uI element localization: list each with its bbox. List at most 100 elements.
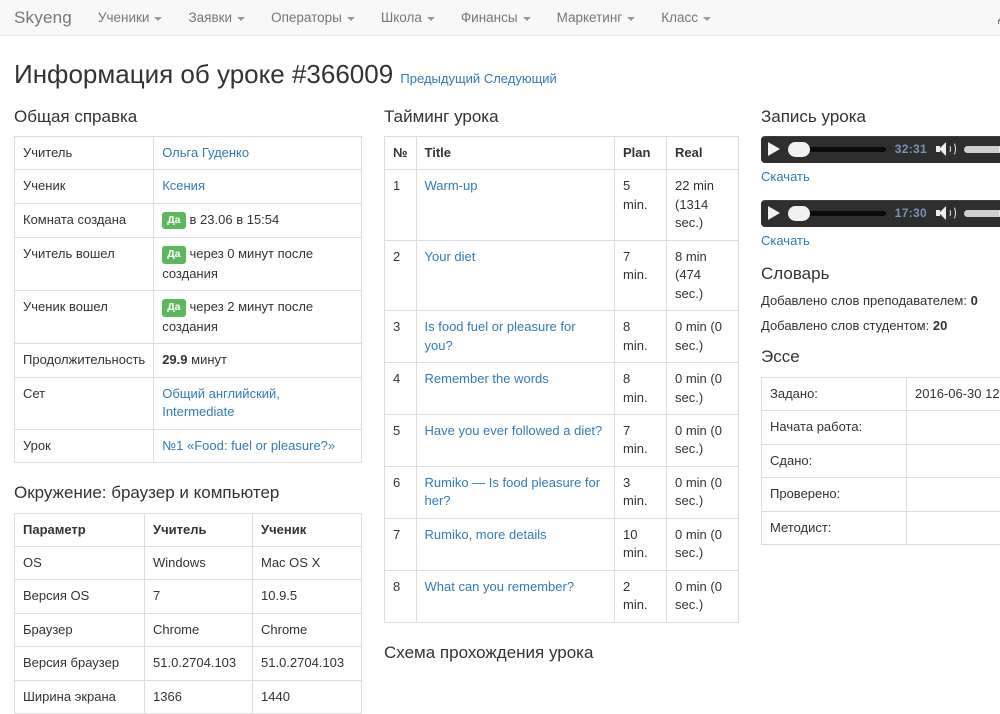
row-value: №1 «Food: fuel or pleasure?»: [154, 429, 362, 462]
brand-logo[interactable]: Skyeng: [14, 8, 72, 28]
row-label: Начата работа:: [762, 411, 907, 444]
cell-plan: 2 min.: [615, 570, 667, 622]
row-label: Ученик вошел: [15, 291, 154, 344]
table-row: Учитель Ольга Гуденко: [15, 136, 362, 169]
cell-real: 0 min (0 sec.): [667, 414, 739, 466]
audio-player-2[interactable]: 17:30: [761, 200, 1000, 227]
row-value: 29.9 минут: [154, 344, 362, 377]
nav-item-label: Маркетинг: [557, 10, 623, 25]
cell-real: 0 min (0 sec.): [667, 466, 739, 518]
row-value: Дав 23.06 в 15:54: [154, 203, 362, 238]
page-content: Информация об уроке #366009 Предыдущий С…: [0, 60, 1000, 714]
cell: 10.9.5: [253, 580, 362, 613]
nav-item-ucheniki[interactable]: Ученики: [98, 10, 163, 25]
timing-title-link[interactable]: Warm-up: [425, 178, 478, 193]
student-link[interactable]: Ксения: [162, 178, 205, 193]
timing-title-link[interactable]: Is food fuel or pleasure for you?: [425, 319, 576, 352]
nav-item-klass[interactable]: Класс: [661, 10, 711, 25]
set-link[interactable]: Общий английский, Intermediate: [162, 386, 280, 419]
top-navbar: Skyeng Ученики Заявки Операторы Школа Фи…: [0, 0, 1000, 36]
cell: 1366: [145, 680, 253, 713]
cell-number: 2: [385, 240, 417, 310]
download-link-1[interactable]: Скачать: [761, 169, 1000, 184]
table-row: Методист:: [762, 511, 1000, 544]
cell: Mac OS X: [253, 546, 362, 579]
nav-item-finansy[interactable]: Финансы: [461, 10, 531, 25]
cell-title: Remember the words: [416, 363, 615, 415]
table-row: Задано: 2016-06-30 12:53:40: [762, 377, 1000, 410]
row-value: [907, 478, 1000, 511]
teacher-words-line: Добавлено слов преподавателем: 0: [761, 293, 1000, 308]
nav-item-label: Класс: [661, 10, 698, 25]
play-icon[interactable]: [768, 142, 780, 156]
volume-icon[interactable]: [936, 141, 956, 157]
lesson-link[interactable]: №1 «Food: fuel or pleasure?»: [162, 438, 335, 453]
chevron-down-icon: [703, 17, 711, 21]
teacher-link[interactable]: Ольга Гуденко: [162, 145, 249, 160]
duration-unit: минут: [191, 352, 227, 367]
cell-title: Have you ever followed a diet?: [416, 414, 615, 466]
row-label: Проверено:: [762, 478, 907, 511]
lesson-scheme-heading: Схема прохождения урока: [384, 643, 739, 663]
row-value: Общий английский, Intermediate: [154, 377, 362, 429]
table-header-row: № Title Plan Real: [385, 136, 739, 169]
cell-title: What can you remember?: [416, 570, 615, 622]
cell-real: 8 min (474 sec.): [667, 240, 739, 310]
seek-slider[interactable]: [788, 211, 886, 216]
cell: Chrome: [253, 613, 362, 646]
cell-title: Rumiko — Is food pleasure for her?: [416, 466, 615, 518]
timing-title-link[interactable]: Rumiko — Is food pleasure for her?: [425, 475, 601, 508]
timing-title-link[interactable]: Have you ever followed a diet?: [425, 423, 603, 438]
volume-slider[interactable]: [964, 146, 1000, 153]
nav-item-zayavki[interactable]: Заявки: [188, 10, 245, 25]
volume-icon[interactable]: [936, 205, 956, 221]
recording-heading: Запись урока: [761, 107, 1000, 127]
download-link-2[interactable]: Скачать: [761, 233, 1000, 248]
row-value: [907, 511, 1000, 544]
cell-number: 5: [385, 414, 417, 466]
nav-item-operatory[interactable]: Операторы: [271, 10, 355, 25]
cell-plan: 3 min.: [615, 466, 667, 518]
table-row: Сет Общий английский, Intermediate: [15, 377, 362, 429]
row-value: Дачерез 0 минут после создания: [154, 238, 362, 291]
timing-title-link[interactable]: Your diet: [425, 249, 476, 264]
audio-player-1[interactable]: 32:31: [761, 136, 1000, 163]
table-row: Ширина экрана 1366 1440: [15, 680, 362, 713]
nav-item-label: Заявки: [188, 10, 232, 25]
cell-plan: 5 min.: [615, 170, 667, 240]
timing-title-link[interactable]: Rumiko, more details: [425, 527, 547, 542]
table-row: Версия браузер 51.0.2704.103 51.0.2704.1…: [15, 647, 362, 680]
nav-item-marketing[interactable]: Маркетинг: [557, 10, 636, 25]
timing-title-link[interactable]: Remember the words: [425, 371, 549, 386]
next-lesson-link[interactable]: Следующий: [484, 71, 557, 86]
chevron-down-icon: [237, 17, 245, 21]
timing-title-link[interactable]: What can you remember?: [425, 579, 575, 594]
table-header-row: Параметр Учитель Ученик: [15, 513, 362, 546]
cell: Chrome: [145, 613, 253, 646]
cell-real: 0 min (0 sec.): [667, 570, 739, 622]
row-value: Ольга Гуденко: [154, 136, 362, 169]
essay-table-wrapper: Задано: 2016-06-30 12:53:40 Начата работ…: [761, 377, 1000, 545]
seek-knob[interactable]: [788, 206, 810, 221]
previous-lesson-link[interactable]: Предыдущий: [400, 71, 480, 86]
nav-item-shkola[interactable]: Школа: [381, 10, 435, 25]
cell: OS: [15, 546, 145, 579]
table-row: Проверено:: [762, 478, 1000, 511]
timing-heading: Тайминг урока: [384, 107, 739, 127]
table-row: Ученик вошел Дачерез 2 минут после созда…: [15, 291, 362, 344]
middle-column: Тайминг урока № Title Plan Real 1 Warm-u…: [384, 107, 739, 672]
play-icon[interactable]: [768, 206, 780, 220]
table-row: 2 Your diet 7 min. 8 min (474 sec.): [385, 240, 739, 310]
table-row: 5 Have you ever followed a diet? 7 min. …: [385, 414, 739, 466]
seek-knob[interactable]: [788, 142, 810, 157]
seek-slider[interactable]: [788, 147, 886, 152]
volume-slider[interactable]: [964, 210, 1000, 217]
table-row: Начата работа:: [762, 411, 1000, 444]
table-row: 8 What can you remember? 2 min. 0 min (0…: [385, 570, 739, 622]
cell-title: Your diet: [416, 240, 615, 310]
table-row: Ученик Ксения: [15, 170, 362, 203]
row-value: 2016-06-30 12:53:40: [907, 377, 1000, 410]
cell: 1440: [253, 680, 362, 713]
timing-table: № Title Plan Real 1 Warm-up 5 min. 22 mi…: [384, 136, 739, 623]
cell-number: 4: [385, 363, 417, 415]
